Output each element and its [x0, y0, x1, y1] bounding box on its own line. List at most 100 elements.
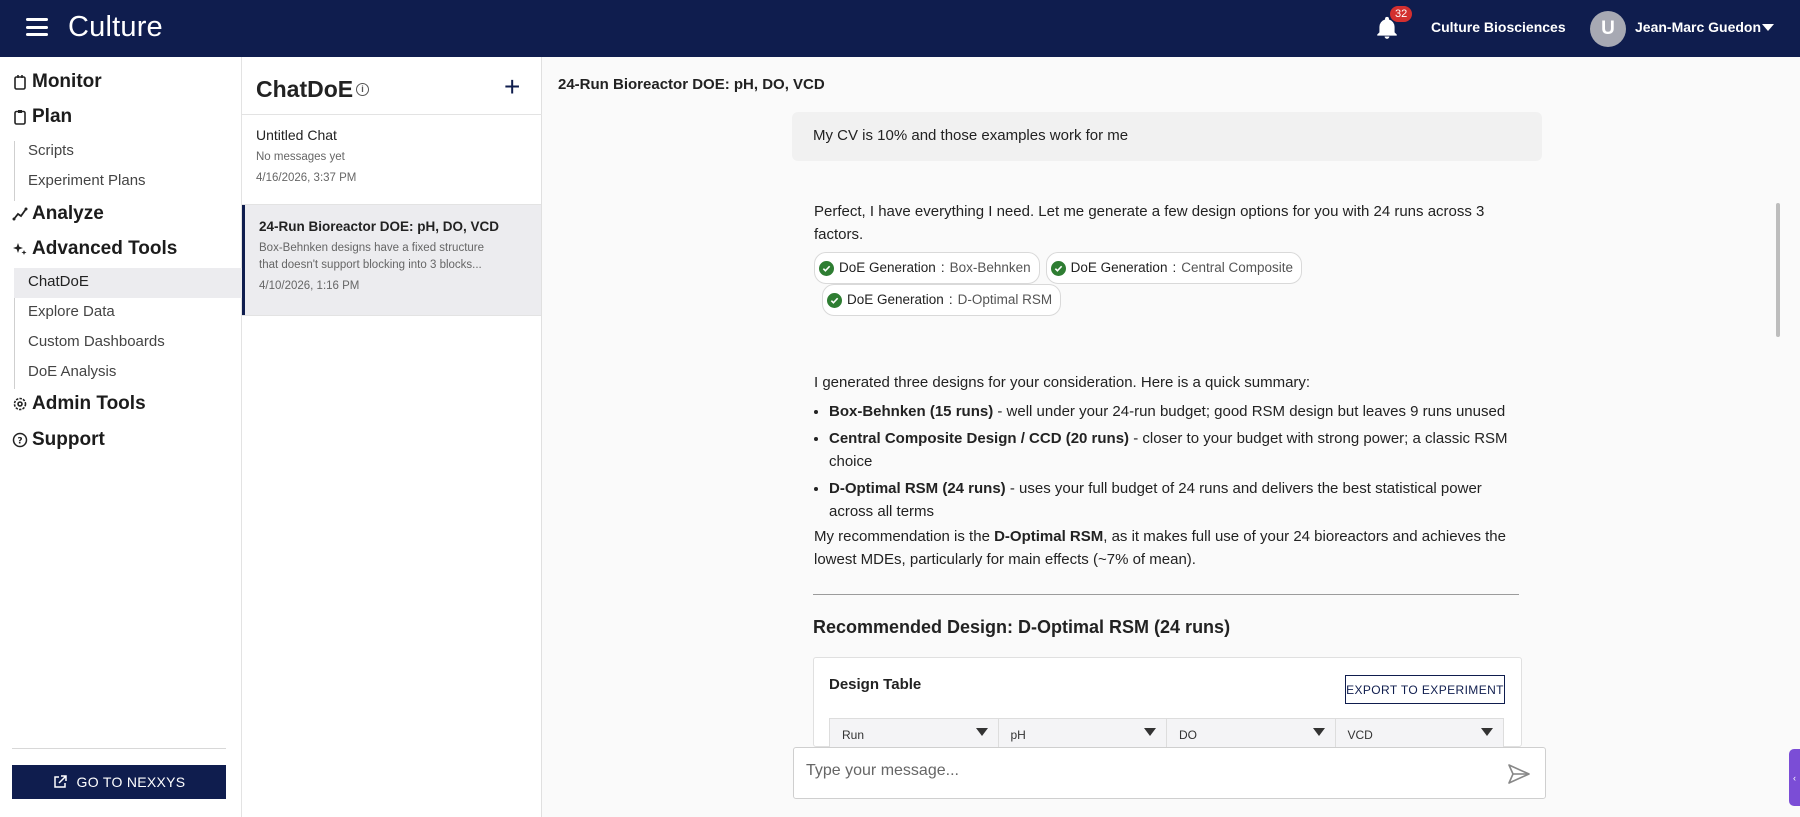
chat-item-date: 4/10/2026, 1:16 PM	[259, 280, 360, 292]
avatar[interactable]: U	[1590, 11, 1626, 47]
tool-value: D-Optimal RSM	[957, 292, 1053, 307]
column-label: pH	[1010, 728, 1026, 742]
app-logo[interactable]: Culture	[68, 11, 163, 44]
nav-item-explore-data[interactable]: Explore Data	[28, 303, 115, 320]
chart-line-icon	[12, 207, 28, 221]
section-divider	[813, 594, 1519, 595]
bullet-bold: Box-Behnken (15 runs)	[829, 403, 994, 420]
svg-text:?: ?	[17, 437, 22, 447]
nav-admin-tools[interactable]: Admin Tools	[12, 393, 146, 415]
scrollbar[interactable]	[1776, 203, 1780, 337]
nav-plan[interactable]: Plan	[12, 106, 72, 128]
filter-icon[interactable]	[1481, 728, 1493, 736]
go-to-nexxys-button[interactable]: GO TO NEXXYS	[12, 765, 226, 799]
tool-pill[interactable]: DoE Generation: D-Optimal RSM	[822, 284, 1062, 316]
sparkle-icon	[13, 243, 27, 255]
column-label: DO	[1179, 728, 1197, 742]
nav-footer-divider	[12, 748, 226, 749]
list-item: D-Optimal RSM (24 runs) - uses your full…	[829, 477, 1524, 523]
nav-monitor[interactable]: Monitor	[12, 71, 102, 93]
chat-item-divider	[242, 315, 541, 316]
nav-advanced-tools[interactable]: Advanced Tools	[12, 238, 177, 260]
tool-value: Box-Behnken	[949, 260, 1031, 275]
assistant-message: Perfect, I have everything I need. Let m…	[814, 200, 1524, 571]
menu-icon[interactable]	[26, 18, 48, 36]
org-name[interactable]: Culture Biosciences	[1431, 19, 1566, 35]
column-label: Run	[842, 728, 865, 742]
nav-advanced-label: Advanced Tools	[32, 238, 178, 259]
tool-label: DoE Generation	[847, 292, 944, 307]
rec-pre: My recommendation is the	[814, 528, 995, 545]
design-table-card: Design Table EXPORT TO EXPERIMENT Run pH…	[813, 657, 1522, 748]
filter-icon[interactable]	[1144, 728, 1156, 736]
chat-item-title: Untitled Chat	[256, 127, 337, 143]
info-icon[interactable]: i	[356, 83, 369, 96]
recommended-design-heading: Recommended Design: D-Optimal RSM (24 ru…	[813, 617, 1231, 637]
check-icon	[827, 292, 842, 308]
nav-support-label: Support	[32, 429, 105, 450]
left-nav: Monitor Plan Scripts Experiment Plans An…	[0, 57, 242, 817]
list-item: Central Composite Design / CCD (20 runs)…	[829, 427, 1524, 473]
nav-item-doe-analysis[interactable]: DoE Analysis	[28, 363, 116, 380]
tool-label: DoE Generation	[1070, 260, 1168, 275]
chat-list-panel: ChatDoE i + Untitled Chat No messages ye…	[242, 57, 542, 817]
chevron-down-icon[interactable]	[1762, 24, 1774, 31]
export-to-experiment-button[interactable]: EXPORT TO EXPERIMENT	[1345, 675, 1505, 704]
column-header-run[interactable]: Run	[830, 719, 999, 747]
user-name[interactable]: Jean-Marc Guedon	[1635, 19, 1761, 35]
go-to-nexxys-label: GO TO NEXXYS	[76, 774, 186, 790]
bullet-bold: D-Optimal RSM (24 runs)	[829, 480, 1006, 497]
nav-plan-label: Plan	[32, 106, 73, 127]
tool-label: DoE Generation	[839, 260, 936, 275]
tool-pill[interactable]: DoE Generation: Central Composite	[1045, 252, 1303, 284]
nav-item-custom-dashboards[interactable]: Custom Dashboards	[28, 333, 165, 350]
nav-admin-label: Admin Tools	[32, 393, 146, 414]
message-input-box	[793, 747, 1546, 799]
help-icon: ?	[12, 432, 28, 448]
side-panel-toggle[interactable]: ‹	[1789, 749, 1800, 806]
nav-support[interactable]: ? Support	[12, 429, 105, 451]
send-icon[interactable]	[1507, 762, 1531, 786]
bullet-text: - well under your 24-run budget; good RS…	[993, 403, 1506, 420]
design-table-title: Design Table	[829, 676, 922, 693]
design-summary-list: Box-Behnken (15 runs) - well under your …	[829, 400, 1524, 523]
filter-icon[interactable]	[1312, 728, 1325, 736]
column-header-ph[interactable]: pH	[999, 719, 1167, 747]
clipboard-icon	[14, 110, 26, 125]
nav-item-experiment-plans[interactable]: Experiment Plans	[28, 172, 146, 189]
chat-list-item-selected[interactable]: 24-Run Bioreactor DOE: pH, DO, VCD Box-B…	[242, 205, 541, 315]
column-header-do[interactable]: DO	[1167, 719, 1336, 747]
chat-item-date: 4/16/2026, 3:37 PM	[256, 172, 357, 184]
check-icon	[819, 260, 834, 276]
chat-item-preview: No messages yet	[256, 151, 345, 163]
list-item: Box-Behnken (15 runs) - well under your …	[829, 400, 1524, 423]
message-input[interactable]	[806, 762, 1486, 780]
bullet-bold: Central Composite Design / CCD (20 runs)	[829, 430, 1130, 447]
nav-item-chatdoe[interactable]: ChatDoE	[28, 273, 89, 290]
chat-item-preview: Box-Behnken designs have a fixed structu…	[259, 242, 485, 271]
column-header-vcd[interactable]: VCD	[1336, 719, 1504, 747]
tool-pills: DoE Generation: Box-Behnken DoE Generatio…	[814, 252, 1524, 316]
chat-main: 24-Run Bioreactor DOE: pH, DO, VCD My CV…	[542, 57, 1800, 817]
top-bar: Culture 32 Culture Biosciences U Jean-Ma…	[0, 0, 1800, 57]
nav-divider	[14, 141, 15, 201]
user-message: My CV is 10% and those examples work for…	[792, 112, 1542, 161]
notification-badge: 32	[1390, 6, 1413, 22]
gear-icon	[13, 397, 27, 411]
chatlist-title: ChatDoE	[256, 76, 354, 102]
recommendation-text: My recommendation is the D-Optimal RSM, …	[814, 525, 1524, 571]
column-label: VCD	[1347, 728, 1373, 742]
new-chat-button[interactable]: +	[504, 71, 520, 103]
nav-item-scripts[interactable]: Scripts	[28, 142, 74, 159]
table-header: Run pH DO VCD	[829, 718, 1504, 748]
chat-title: 24-Run Bioreactor DOE: pH, DO, VCD	[558, 76, 825, 93]
tool-value: Central Composite	[1181, 260, 1294, 275]
tool-pill[interactable]: DoE Generation: Box-Behnken	[814, 252, 1040, 284]
nav-analyze[interactable]: Analyze	[12, 203, 104, 225]
check-icon	[1050, 260, 1066, 276]
external-link-icon	[53, 775, 67, 788]
filter-icon[interactable]	[975, 728, 988, 736]
summary-intro: I generated three designs for your consi…	[814, 374, 1311, 391]
assistant-intro: Perfect, I have everything I need. Let m…	[814, 203, 1485, 243]
chat-item-title: 24-Run Bioreactor DOE: pH, DO, VCD	[259, 219, 500, 234]
